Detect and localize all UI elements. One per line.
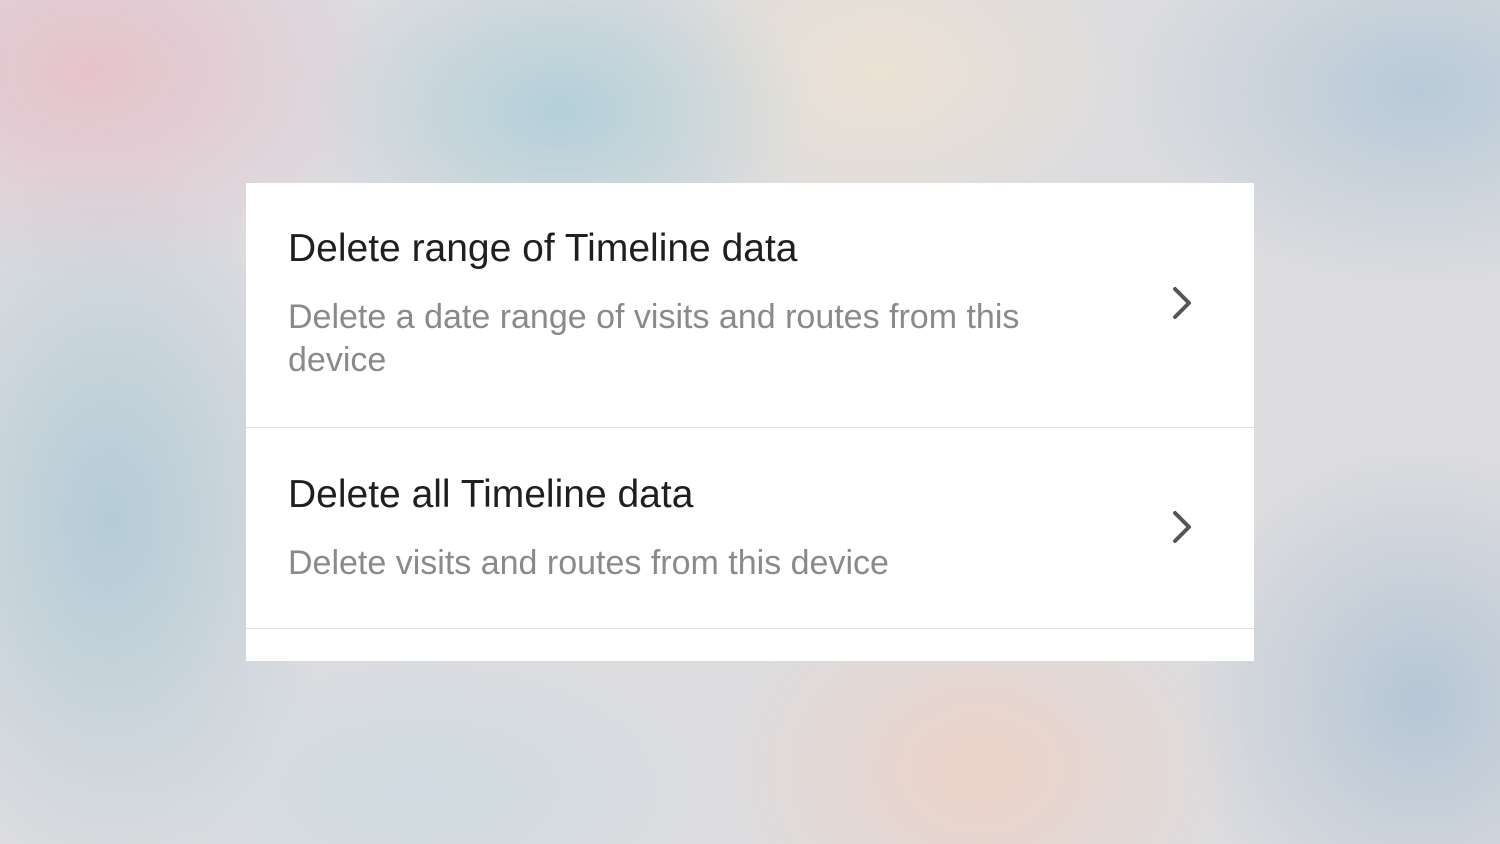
timeline-settings-card: Delete range of Timeline data Delete a d… [246,183,1254,661]
delete-all-title: Delete all Timeline data [288,473,694,516]
delete-range-description: Delete a date range of visits and routes… [288,298,1020,379]
delete-all-description: Delete visits and routes from this devic… [288,544,889,582]
delete-range-timeline-data-item[interactable]: Delete range of Timeline data Delete a d… [246,183,1254,428]
chevron-right-icon [1171,286,1193,320]
chevron-right-icon [1171,510,1193,544]
delete-range-title: Delete range of Timeline data [288,227,798,270]
delete-all-timeline-data-item[interactable]: Delete all Timeline data Delete visits a… [246,428,1254,629]
